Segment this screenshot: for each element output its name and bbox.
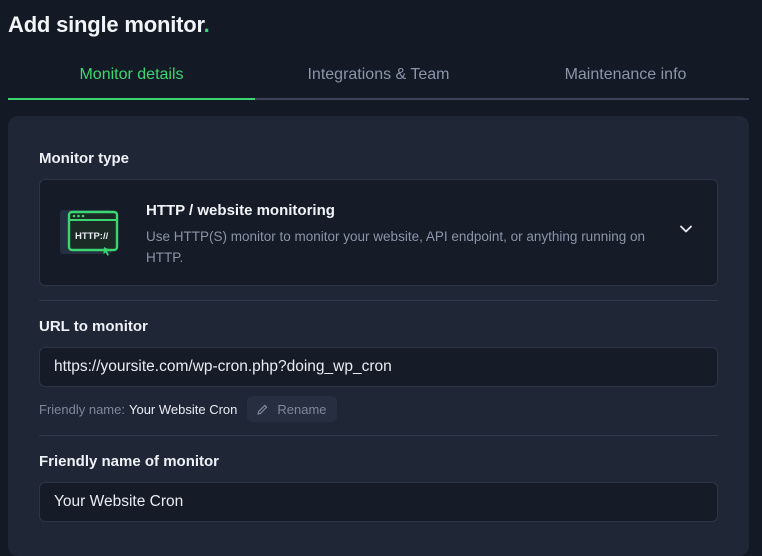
section-divider — [39, 300, 718, 301]
section-divider — [39, 435, 718, 436]
tab-maintenance-info[interactable]: Maintenance info — [502, 52, 749, 98]
url-to-monitor-label: URL to monitor — [39, 318, 148, 335]
http-monitor-icon: HTTP:// — [60, 210, 119, 256]
friendly-name-hint: Friendly name: Your Website Cron Rename — [39, 396, 337, 422]
tab-monitor-details[interactable]: Monitor details — [8, 52, 255, 100]
tab-integrations-team[interactable]: Integrations & Team — [255, 52, 502, 98]
rename-button-label: Rename — [277, 401, 327, 417]
monitor-type-description: Use HTTP(S) monitor to monitor your webs… — [146, 229, 645, 265]
page-title-text: Add single monitor — [8, 12, 204, 37]
monitor-form-card: Monitor type HTTP:// HTTP / website moni… — [8, 116, 749, 556]
rename-button[interactable]: Rename — [247, 396, 337, 422]
url-input[interactable] — [39, 347, 718, 387]
tab-bar: Monitor details Integrations & Team Main… — [8, 52, 749, 100]
http-icon-text: HTTP:// — [75, 231, 109, 242]
page-title: Add single monitor. — [8, 12, 210, 38]
friendly-name-hint-value: Your Website Cron — [128, 401, 238, 417]
monitor-type-title: HTTP / website monitoring — [146, 202, 335, 219]
monitor-type-dropdown[interactable]: HTTP:// HTTP / website monitoring Use HT… — [39, 179, 718, 286]
title-accent-dot: . — [203, 12, 210, 37]
friendly-name-hint-label: Friendly name: — [39, 401, 125, 417]
friendly-name-input[interactable] — [39, 482, 718, 522]
monitor-type-label: Monitor type — [39, 150, 129, 167]
friendly-name-label: Friendly name of monitor — [39, 453, 220, 470]
pencil-icon — [257, 404, 268, 415]
chevron-down-icon[interactable] — [677, 220, 695, 238]
